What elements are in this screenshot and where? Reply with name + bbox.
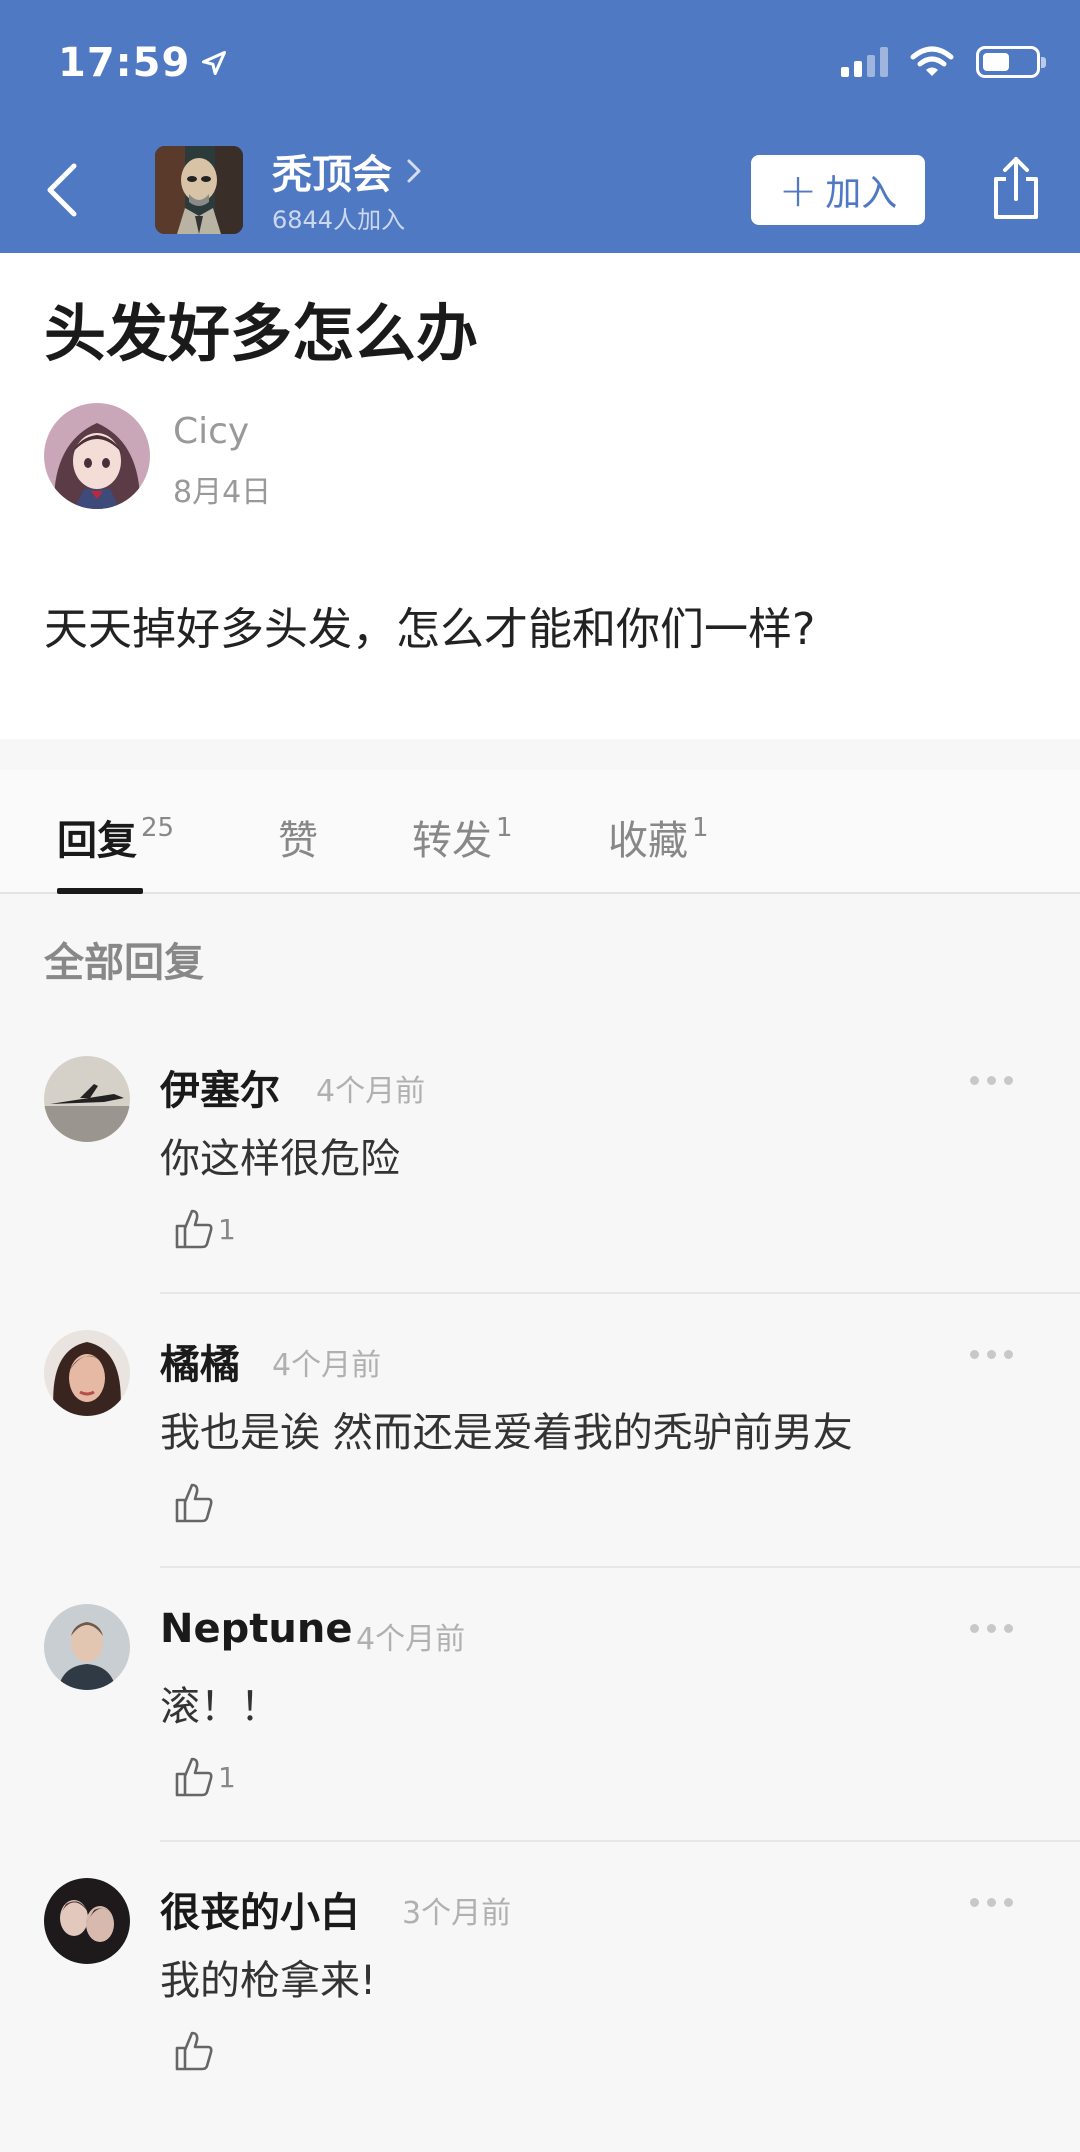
active-tab-indicator	[57, 888, 143, 894]
like-button[interactable]: 1	[174, 1206, 236, 1250]
tab-label: 回复	[57, 818, 137, 864]
commenter-name[interactable]: 很丧的小白	[160, 1880, 360, 1938]
thumbs-up-icon	[175, 1483, 213, 1523]
post-card: 头发好多怎么办 Cicy 8月4日 天天掉好多头发，怎么才能和你们一样?	[0, 253, 1080, 739]
more-options-icon[interactable]	[970, 1350, 1013, 1359]
comment-item: 很丧的小白 3个月前 我的枪拿来!	[0, 1878, 1080, 2152]
more-options-icon[interactable]	[970, 1076, 1013, 1085]
all-replies-heading: 全部回复	[44, 940, 204, 986]
join-label: 加入	[825, 173, 898, 214]
battery-icon	[976, 46, 1046, 78]
comment-time: 4个月前	[272, 1348, 382, 1383]
like-count: 1	[218, 1761, 236, 1794]
tab-replies[interactable]: 回复 25	[57, 808, 174, 866]
commenter-name[interactable]: Neptune	[160, 1606, 352, 1652]
more-options-icon[interactable]	[970, 1624, 1013, 1633]
like-button[interactable]: 1	[174, 1754, 236, 1798]
status-icons	[841, 46, 1046, 78]
more-options-icon[interactable]	[970, 1898, 1013, 1907]
tab-count: 25	[141, 813, 175, 843]
tab-label: 收藏	[608, 818, 688, 864]
bald-man-portrait-icon	[155, 146, 243, 234]
tab-reposts[interactable]: 转发 1	[412, 808, 513, 866]
comment-time: 4个月前	[316, 1074, 426, 1109]
thumbs-up-icon	[175, 2031, 213, 2071]
divider	[160, 1840, 1080, 1842]
tab-likes[interactable]: 赞	[278, 808, 322, 866]
divider	[160, 1292, 1080, 1294]
group-name-text: 秃顶会	[272, 152, 392, 198]
author-name[interactable]: Cicy	[173, 411, 249, 452]
commenter-avatar[interactable]	[44, 1330, 130, 1416]
comment-text: 你这样很危险	[160, 1136, 400, 1182]
post-title: 头发好多怎么办	[44, 297, 479, 370]
group-name[interactable]: 秃顶会	[272, 142, 422, 200]
share-icon[interactable]	[988, 155, 1044, 221]
commenter-name[interactable]: 伊塞尔	[160, 1058, 280, 1116]
tab-favorites[interactable]: 收藏 1	[608, 808, 709, 866]
commenter-avatar[interactable]	[44, 1604, 130, 1690]
member-count: 6844人加入	[272, 206, 406, 234]
tab-count: 1	[496, 813, 513, 843]
back-arrow-icon[interactable]	[40, 160, 90, 220]
comment-time: 4个月前	[356, 1622, 466, 1657]
comment-item: Neptune 4个月前 滚！！ 1	[0, 1604, 1080, 1878]
like-count: 1	[218, 1213, 236, 1246]
post-date: 8月4日	[173, 475, 272, 510]
post-tabs: 回复 25 赞 转发 1 收藏 1	[0, 770, 1080, 894]
tab-label: 赞	[278, 818, 318, 864]
woman-portrait-avatar-icon	[44, 1330, 130, 1416]
thumbs-up-icon	[175, 1209, 213, 1249]
author-avatar[interactable]	[44, 403, 150, 509]
app-header: 17:59 秃顶会 6844人加入 + 加入	[0, 0, 1080, 253]
comment-item: 橘橘 4个月前 我也是诶 然而还是爱着我的秃驴前男友	[0, 1330, 1080, 1604]
join-button[interactable]: + 加入	[751, 155, 925, 225]
like-button[interactable]	[174, 2028, 218, 2072]
clock-text: 17:59	[58, 40, 191, 86]
airplane-avatar-icon	[44, 1056, 130, 1142]
comment-text: 滚！！	[160, 1684, 280, 1730]
like-button[interactable]	[174, 1480, 218, 1524]
status-time: 17:59	[58, 40, 228, 86]
wifi-icon	[910, 46, 954, 76]
comment-text: 我的枪拿来!	[160, 1958, 377, 2004]
divider	[160, 1566, 1080, 1568]
post-body: 天天掉好多头发，怎么才能和你们一样?	[44, 604, 816, 655]
plus-icon: +	[778, 163, 818, 217]
chevron-right-icon	[407, 159, 421, 183]
cellular-signal-icon	[841, 47, 888, 77]
commenter-avatar[interactable]	[44, 1056, 130, 1142]
thumbs-up-icon	[175, 1757, 213, 1797]
comment-text: 我也是诶 然而还是爱着我的秃驴前男友	[160, 1410, 853, 1456]
anime-girl-avatar-icon	[44, 403, 150, 509]
tab-label: 转发	[412, 818, 492, 864]
location-arrow-icon	[202, 50, 227, 76]
group-avatar[interactable]	[155, 146, 243, 234]
commenter-avatar[interactable]	[44, 1878, 130, 1964]
man-portrait-avatar-icon	[44, 1604, 130, 1690]
commenter-name[interactable]: 橘橘	[160, 1332, 240, 1390]
comment-time: 3个月前	[402, 1896, 512, 1931]
comment-item: 伊塞尔 4个月前 你这样很危险 1	[0, 1056, 1080, 1330]
two-girls-avatar-icon	[44, 1878, 130, 1964]
tab-count: 1	[692, 813, 709, 843]
